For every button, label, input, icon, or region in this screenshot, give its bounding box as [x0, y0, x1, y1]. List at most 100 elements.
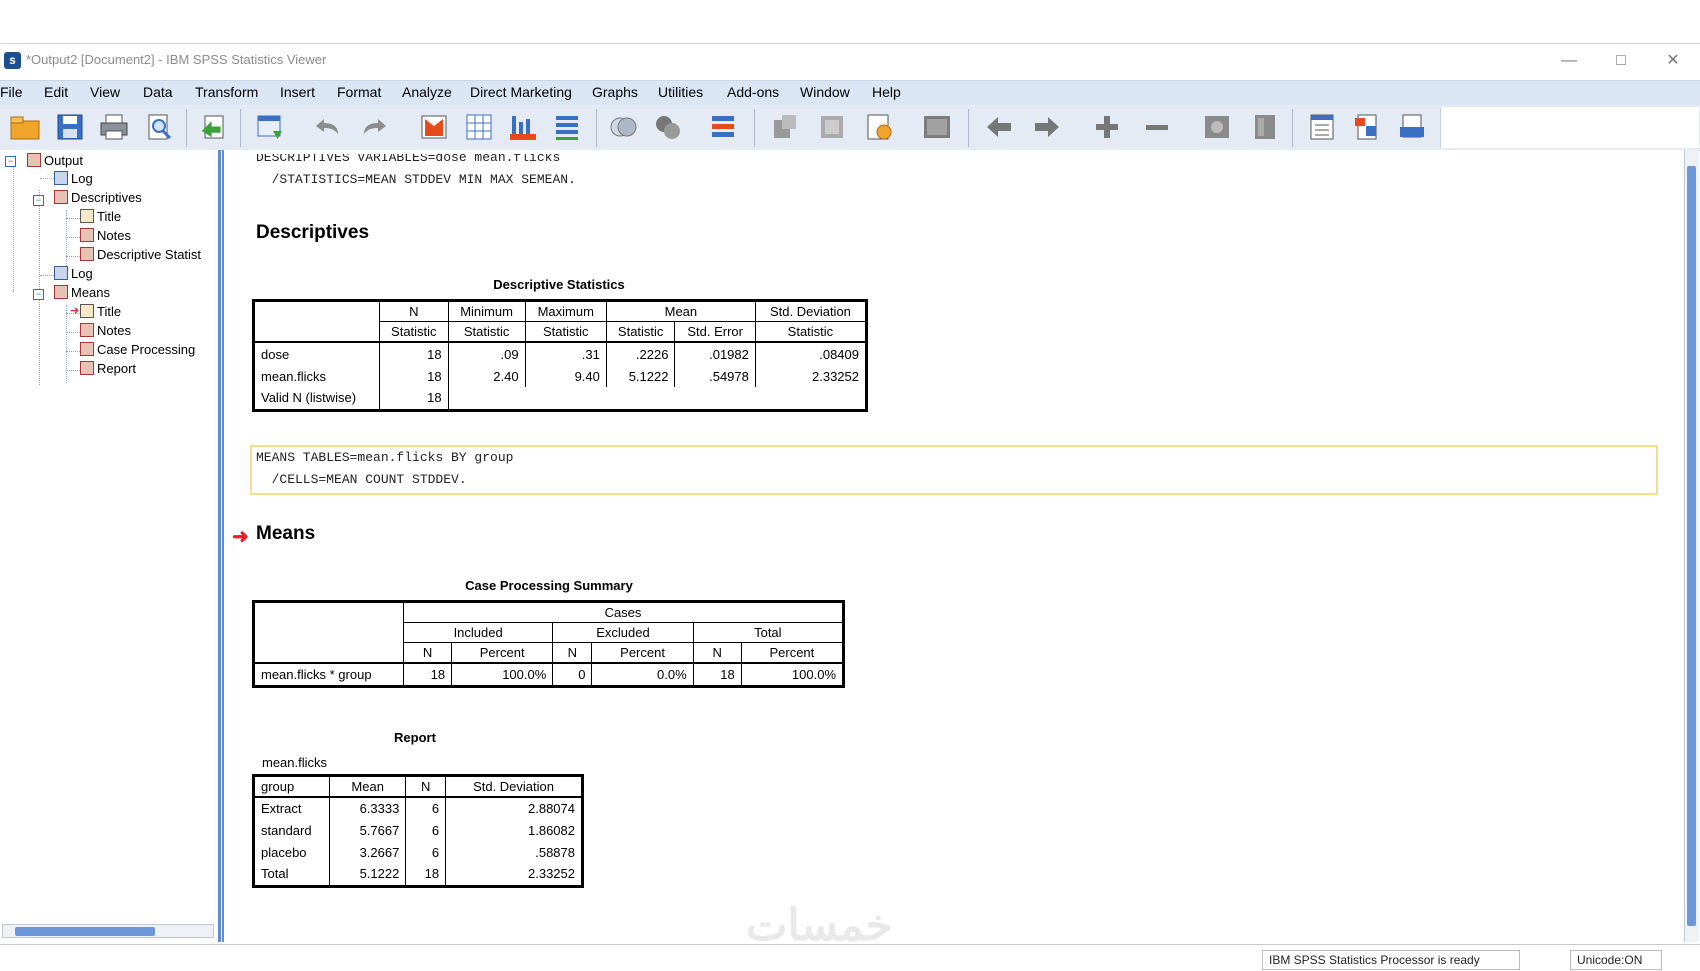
menu-insert[interactable]: Insert: [280, 84, 315, 100]
menu-transform[interactable]: Transform: [195, 84, 258, 100]
split-file-icon[interactable]: [768, 110, 802, 144]
nav-item-log[interactable]: Log: [54, 170, 93, 187]
nav-item-title[interactable]: Title: [80, 208, 121, 225]
menu-format[interactable]: Format: [337, 84, 381, 100]
print-preview-icon[interactable]: [142, 110, 176, 144]
subcol-header: Percent: [451, 642, 554, 664]
show-icon[interactable]: [1200, 110, 1234, 144]
print-icon[interactable]: [97, 110, 131, 144]
unicode-status: Unicode:ON: [1570, 950, 1662, 970]
open-icon[interactable]: [8, 110, 42, 144]
nav-item-report[interactable]: Report: [80, 360, 136, 377]
nav-item-case-processing[interactable]: Case Processing: [80, 341, 195, 358]
recall-dialog-icon[interactable]: [253, 110, 287, 144]
goto-variable-icon[interactable]: [462, 110, 496, 144]
insert-text-icon[interactable]: [1395, 110, 1429, 144]
table-cell: 2.33252: [445, 863, 582, 886]
variables-icon[interactable]: [550, 110, 584, 144]
undo-icon[interactable]: [310, 110, 344, 144]
nav-item-means[interactable]: Means: [54, 284, 110, 301]
table-cell: 6.3333: [328, 796, 407, 819]
expand-icon[interactable]: [1090, 110, 1124, 144]
menu-view[interactable]: View: [90, 84, 120, 100]
menu-analyze[interactable]: Analyze: [402, 84, 452, 100]
descriptive-statistics-title: Descriptive Statistics: [493, 277, 625, 292]
nav-item-notes[interactable]: Notes: [80, 227, 131, 244]
nav-item-label: Log: [71, 266, 93, 281]
notes-icon: [80, 323, 94, 337]
collapse-output-toggle[interactable]: −: [5, 156, 16, 167]
insert-title-icon[interactable]: [1350, 110, 1384, 144]
nav-item-output[interactable]: Output: [27, 152, 83, 169]
table-cell: 18: [405, 863, 447, 886]
menu-direct-marketing[interactable]: Direct Marketing: [470, 84, 572, 100]
table-cell: 5.7667: [328, 819, 407, 841]
insert-heading-icon[interactable]: [1305, 110, 1339, 144]
back-icon[interactable]: [982, 110, 1016, 144]
title-icon: [80, 304, 94, 318]
table-cell: 9.40: [524, 365, 607, 387]
forward-icon[interactable]: [1030, 110, 1064, 144]
scroll-thumb[interactable]: [15, 927, 155, 936]
table-cell: .2226: [605, 341, 676, 365]
collapse-means-toggle[interactable]: −: [33, 289, 44, 300]
menu-help[interactable]: Help: [872, 84, 901, 100]
weight-icon[interactable]: [706, 110, 740, 144]
nav-item-label: Descriptive Statist: [97, 247, 202, 262]
subcol-header: N: [692, 642, 742, 664]
menu-data[interactable]: Data: [143, 84, 173, 100]
table-row: Valid N (listwise) 18: [254, 387, 867, 410]
table-row: mean.flicks 18 2.40 9.40 5.1222 .54978 2…: [254, 365, 867, 387]
col-header: Mean: [605, 301, 756, 322]
nav-item-log[interactable]: Log: [54, 265, 93, 282]
maximize-button[interactable]: □: [1598, 48, 1644, 74]
table-icon: [80, 361, 94, 375]
close-button[interactable]: ✕: [1650, 48, 1696, 74]
collapse-icon[interactable]: [1140, 110, 1174, 144]
row-label: dose: [254, 341, 380, 365]
nav-item-descriptive-statistics[interactable]: Descriptive Statist: [80, 246, 201, 263]
menu-window[interactable]: Window: [800, 84, 850, 100]
collapse-descriptives-toggle[interactable]: −: [33, 195, 44, 206]
col-header: Cases: [403, 602, 843, 623]
table-cell: 18: [692, 662, 742, 686]
outline-pane: − Output Log − Descriptives Title Notes …: [0, 150, 221, 942]
edit-table-icon[interactable]: [862, 110, 896, 144]
nav-item-descriptives[interactable]: Descriptives: [54, 189, 142, 206]
table-cell: 2.88074: [445, 796, 582, 819]
table-row: mean.flicks * group 18 100.0% 0 0.0% 18 …: [254, 662, 844, 686]
procedure-book-icon: [54, 190, 68, 204]
menu-file[interactable]: File: [0, 84, 23, 100]
subcol-header: Percent: [591, 642, 694, 664]
menu-edit[interactable]: Edit: [44, 84, 68, 100]
run-icon[interactable]: [920, 110, 954, 144]
hide-all-icon[interactable]: [1248, 110, 1282, 144]
nav-item-notes[interactable]: Notes: [80, 322, 131, 339]
table-row: standard 5.7667 6 1.86082: [254, 819, 582, 841]
menu-graphs[interactable]: Graphs: [592, 84, 638, 100]
designate-window-icon[interactable]: [606, 110, 640, 144]
subcol-header: N: [552, 642, 593, 664]
table-cell: [606, 387, 675, 410]
goto-case-icon[interactable]: [417, 110, 451, 144]
chart-icon[interactable]: [815, 110, 849, 144]
nav-item-title[interactable]: Title: [80, 303, 121, 320]
select-cases-icon[interactable]: [651, 110, 685, 144]
minimize-button[interactable]: —: [1546, 48, 1592, 74]
output-book-icon: [27, 153, 41, 167]
save-icon[interactable]: [53, 110, 87, 144]
subcol-header: Statistic: [524, 321, 607, 343]
table-cell: [674, 387, 756, 410]
content-vertical-scrollbar[interactable]: [1684, 150, 1699, 942]
table-cell: 6: [405, 819, 447, 841]
menu-add-ons[interactable]: Add-ons: [727, 84, 779, 100]
insert-variable-icon[interactable]: [506, 110, 540, 144]
outline-horizontal-scrollbar[interactable]: [2, 924, 214, 938]
table-cell: 100.0%: [740, 662, 844, 686]
subcol-header: N: [402, 642, 453, 664]
table-cell: 0.0%: [591, 662, 694, 686]
export-icon[interactable]: [197, 110, 231, 144]
scroll-thumb[interactable]: [1687, 166, 1696, 926]
menu-utilities[interactable]: Utilities: [658, 84, 703, 100]
redo-icon[interactable]: [358, 110, 392, 144]
